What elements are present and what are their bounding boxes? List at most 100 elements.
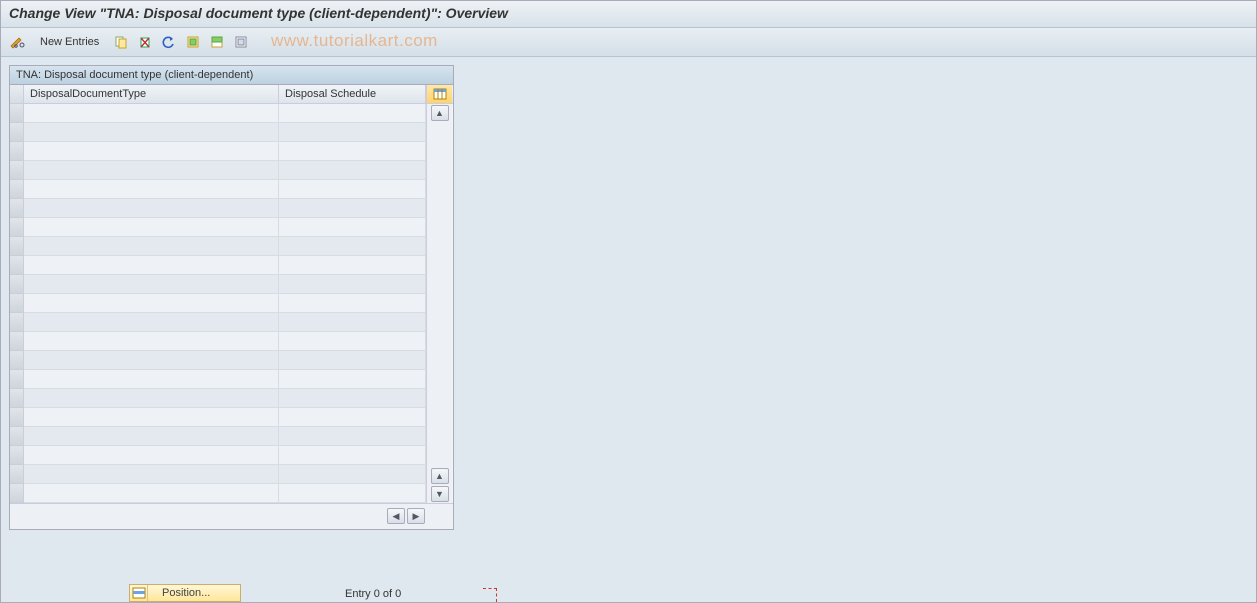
panel-title: TNA: Disposal document type (client-depe… <box>10 66 453 85</box>
row-selector[interactable] <box>10 256 24 275</box>
row-selector[interactable] <box>10 180 24 199</box>
cell-disposaldocumenttype[interactable] <box>24 427 279 446</box>
cell-disposaldocumenttype[interactable] <box>24 161 279 180</box>
cell-disposal-schedule[interactable] <box>279 199 426 218</box>
row-selector[interactable] <box>10 351 24 370</box>
row-selector[interactable] <box>10 484 24 503</box>
table-row <box>10 446 426 465</box>
row-selector[interactable] <box>10 142 24 161</box>
row-selector[interactable] <box>10 275 24 294</box>
row-selector[interactable] <box>10 427 24 446</box>
cell-disposaldocumenttype[interactable] <box>24 446 279 465</box>
scroll-down-button[interactable]: ▼ <box>431 486 449 502</box>
cell-disposal-schedule[interactable] <box>279 465 426 484</box>
cell-disposaldocumenttype[interactable] <box>24 465 279 484</box>
pencil-glasses-icon <box>10 35 26 49</box>
cell-disposal-schedule[interactable] <box>279 484 426 503</box>
deselect-all-icon <box>234 35 248 49</box>
cell-disposaldocumenttype[interactable] <box>24 408 279 427</box>
copy-as-button[interactable] <box>110 32 132 52</box>
row-selector[interactable] <box>10 389 24 408</box>
table-row <box>10 161 426 180</box>
select-all-icon <box>186 35 200 49</box>
row-selector[interactable] <box>10 237 24 256</box>
table-row <box>10 142 426 161</box>
cell-disposal-schedule[interactable] <box>279 123 426 142</box>
cell-disposal-schedule[interactable] <box>279 446 426 465</box>
vertical-scrollbar[interactable]: ▲ ▲ ▼ <box>426 104 452 503</box>
cell-disposaldocumenttype[interactable] <box>24 142 279 161</box>
cell-disposal-schedule[interactable] <box>279 104 426 123</box>
cell-disposal-schedule[interactable] <box>279 351 426 370</box>
delete-button[interactable] <box>134 32 156 52</box>
cell-disposaldocumenttype[interactable] <box>24 218 279 237</box>
cell-disposaldocumenttype[interactable] <box>24 294 279 313</box>
row-selector[interactable] <box>10 294 24 313</box>
cell-disposal-schedule[interactable] <box>279 180 426 199</box>
cell-disposal-schedule[interactable] <box>279 142 426 161</box>
table-body <box>10 104 426 503</box>
scroll-up-button[interactable]: ▲ <box>431 105 449 121</box>
horizontal-scrollbar[interactable]: ◀ ▶ <box>10 503 453 529</box>
undo-button[interactable] <box>158 32 180 52</box>
position-label: Position... <box>148 587 240 599</box>
row-selector[interactable] <box>10 370 24 389</box>
select-all-button[interactable] <box>182 32 204 52</box>
row-selector[interactable] <box>10 408 24 427</box>
deselect-all-button[interactable] <box>230 32 252 52</box>
scroll-right-button[interactable]: ▶ <box>407 508 425 524</box>
new-entries-button[interactable]: New Entries <box>31 33 108 51</box>
row-selector[interactable] <box>10 446 24 465</box>
cell-disposaldocumenttype[interactable] <box>24 237 279 256</box>
row-selector[interactable] <box>10 199 24 218</box>
cell-disposal-schedule[interactable] <box>279 256 426 275</box>
table-row <box>10 180 426 199</box>
undo-icon <box>162 35 176 49</box>
scroll-left-button[interactable]: ◀ <box>387 508 405 524</box>
cell-disposaldocumenttype[interactable] <box>24 313 279 332</box>
cell-disposaldocumenttype[interactable] <box>24 180 279 199</box>
cell-disposal-schedule[interactable] <box>279 161 426 180</box>
cell-disposaldocumenttype[interactable] <box>24 275 279 294</box>
cell-disposal-schedule[interactable] <box>279 332 426 351</box>
select-all-corner[interactable] <box>10 85 24 103</box>
row-selector[interactable] <box>10 218 24 237</box>
cell-disposal-schedule[interactable] <box>279 427 426 446</box>
cell-disposal-schedule[interactable] <box>279 389 426 408</box>
triangle-up-icon: ▲ <box>435 108 444 118</box>
table-settings-button[interactable] <box>426 85 452 103</box>
row-selector[interactable] <box>10 104 24 123</box>
cell-disposal-schedule[interactable] <box>279 408 426 427</box>
cell-disposaldocumenttype[interactable] <box>24 389 279 408</box>
table-row <box>10 313 426 332</box>
toggle-change-button[interactable] <box>7 32 29 52</box>
table-row <box>10 123 426 142</box>
cell-disposaldocumenttype[interactable] <box>24 332 279 351</box>
entry-count-text: Entry 0 of 0 <box>345 588 401 600</box>
scroll-page-up-button[interactable]: ▲ <box>431 468 449 484</box>
cell-disposal-schedule[interactable] <box>279 294 426 313</box>
position-button[interactable]: Position... <box>129 584 241 602</box>
row-selector[interactable] <box>10 332 24 351</box>
select-block-button[interactable] <box>206 32 228 52</box>
cell-disposaldocumenttype[interactable] <box>24 199 279 218</box>
page-title: Change View "TNA: Disposal document type… <box>1 1 1256 28</box>
column-header-disposaldocumenttype[interactable]: DisposalDocumentType <box>24 85 279 103</box>
cell-disposal-schedule[interactable] <box>279 237 426 256</box>
toolbar: New Entries www.tutorialkart.com <box>1 28 1256 57</box>
cell-disposaldocumenttype[interactable] <box>24 104 279 123</box>
cell-disposaldocumenttype[interactable] <box>24 484 279 503</box>
row-selector[interactable] <box>10 123 24 142</box>
cell-disposaldocumenttype[interactable] <box>24 256 279 275</box>
row-selector[interactable] <box>10 313 24 332</box>
cell-disposaldocumenttype[interactable] <box>24 123 279 142</box>
cell-disposaldocumenttype[interactable] <box>24 370 279 389</box>
column-header-disposal-schedule[interactable]: Disposal Schedule <box>279 85 426 103</box>
row-selector[interactable] <box>10 465 24 484</box>
cell-disposal-schedule[interactable] <box>279 275 426 294</box>
cell-disposal-schedule[interactable] <box>279 370 426 389</box>
cell-disposal-schedule[interactable] <box>279 313 426 332</box>
row-selector[interactable] <box>10 161 24 180</box>
cell-disposal-schedule[interactable] <box>279 218 426 237</box>
cell-disposaldocumenttype[interactable] <box>24 351 279 370</box>
